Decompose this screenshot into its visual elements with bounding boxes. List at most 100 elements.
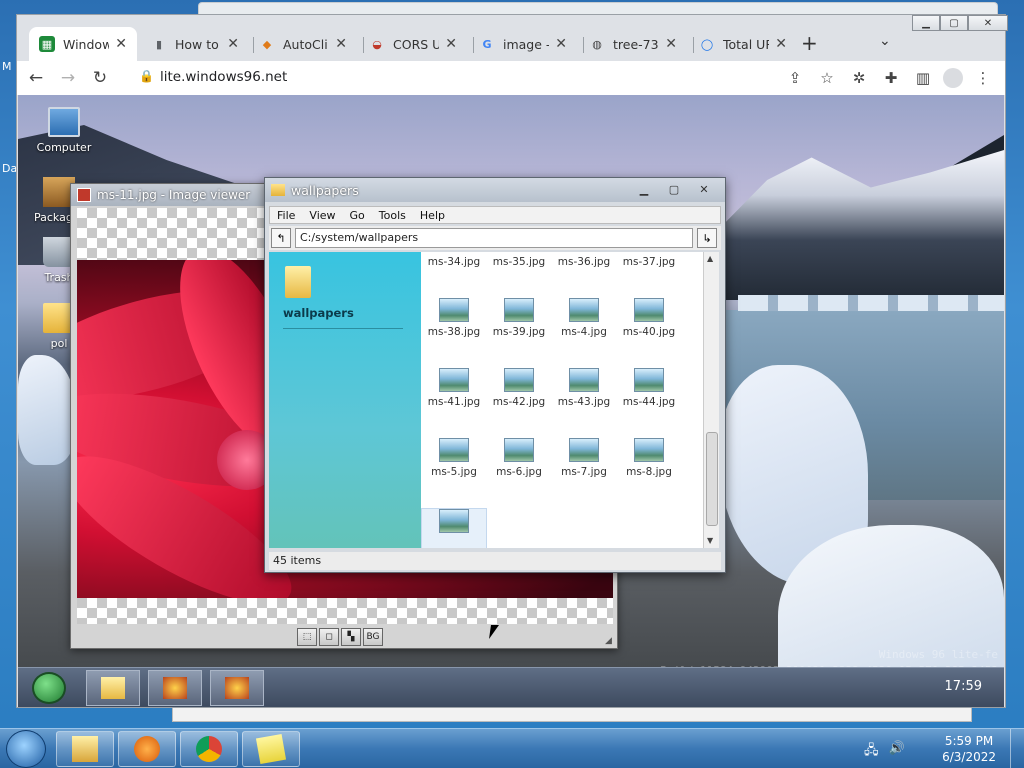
google-icon: G xyxy=(482,37,492,51)
tab-how-to[interactable]: ▮ How to ✕ xyxy=(141,27,249,61)
w96-taskbar-explorer[interactable] xyxy=(86,670,140,706)
bug-extension-icon[interactable]: ✲ xyxy=(847,66,871,90)
close-icon[interactable]: ✕ xyxy=(227,36,239,52)
more-menu-icon[interactable]: ⋮ xyxy=(971,66,995,90)
taskbar-explorer-button[interactable] xyxy=(56,731,114,767)
system-tray: 🖧 🔊 xyxy=(864,741,905,763)
file-item[interactable]: ms-44.jpg xyxy=(616,368,682,430)
file-item-hovered[interactable] xyxy=(421,508,487,548)
fit-icon[interactable]: ⬚ xyxy=(297,628,317,646)
maximize-button[interactable]: ▢ xyxy=(661,180,687,198)
tab-windows96[interactable]: ▦ Window ✕ xyxy=(29,27,137,61)
image-file-icon xyxy=(439,368,469,392)
file-item[interactable]: ms-41.jpg xyxy=(421,368,487,430)
file-item[interactable]: ms-43.jpg xyxy=(551,368,617,430)
w96-taskbar-image-viewer-2[interactable] xyxy=(210,670,264,706)
total-icon: ◯ xyxy=(700,37,714,51)
file-item[interactable]: ms-34.jpg xyxy=(421,252,487,290)
desktop-icon-computer[interactable]: Computer xyxy=(34,107,94,154)
up-folder-icon[interactable]: ↰ xyxy=(271,228,291,248)
network-icon[interactable]: 🖧 xyxy=(864,741,879,763)
tab-total-url[interactable]: ◯ Total UR ✕ xyxy=(689,27,797,61)
close-icon[interactable]: ✕ xyxy=(335,36,347,52)
file-item[interactable]: ms-4.jpg xyxy=(551,298,617,360)
tab-google-image[interactable]: G image - ✕ xyxy=(469,27,577,61)
file-name: ms-7.jpg xyxy=(561,466,607,478)
extensions-puzzle-icon[interactable]: ✚ xyxy=(879,66,903,90)
menu-help[interactable]: Help xyxy=(413,209,452,222)
vertical-scrollbar[interactable]: ▲ ▼ xyxy=(703,252,719,548)
path-input[interactable]: C:/system/wallpapers xyxy=(295,228,693,248)
file-explorer-window[interactable]: wallpapers ▁ ▢ ✕ File View Go Tools Help… xyxy=(264,177,726,573)
close-icon[interactable]: ✕ xyxy=(665,36,677,52)
tab-autoclick[interactable]: ◆ AutoCli ✕ xyxy=(249,27,357,61)
menu-view[interactable]: View xyxy=(302,209,342,222)
windows96-icon: ▦ xyxy=(39,36,55,52)
w96-start-button[interactable] xyxy=(32,672,66,704)
go-arrow-icon[interactable]: ↳ xyxy=(697,228,717,248)
menu-file[interactable]: File xyxy=(270,209,302,222)
globe-icon: ◍ xyxy=(592,37,602,51)
close-button[interactable]: ✕ xyxy=(691,180,717,198)
file-item[interactable]: ms-39.jpg xyxy=(486,298,552,360)
file-item[interactable]: ms-40.jpg xyxy=(616,298,682,360)
forward-arrow-icon[interactable]: → xyxy=(55,65,81,91)
reload-icon[interactable]: ↻ xyxy=(87,65,113,91)
file-item[interactable]: ms-36.jpg xyxy=(551,252,617,290)
tab-title: AutoCli xyxy=(283,36,328,52)
menu-bar: File View Go Tools Help xyxy=(269,206,721,224)
actual-size-icon[interactable]: ◻ xyxy=(319,628,339,646)
file-item[interactable]: ms-42.jpg xyxy=(486,368,552,430)
close-icon[interactable]: ✕ xyxy=(775,36,787,52)
menu-tools[interactable]: Tools xyxy=(372,209,413,222)
tab-cors[interactable]: ◒ CORS U ✕ xyxy=(359,27,467,61)
w96-taskbar-image-viewer[interactable] xyxy=(148,670,202,706)
bg-button[interactable]: BG xyxy=(363,628,383,646)
taskbar-sticky-notes-button[interactable] xyxy=(242,731,300,767)
close-window-button[interactable]: ✕ xyxy=(968,15,1008,31)
file-item[interactable]: ms-35.jpg xyxy=(486,252,552,290)
show-desktop-button[interactable] xyxy=(1010,729,1024,768)
menu-go[interactable]: Go xyxy=(343,209,372,222)
windows96-desktop[interactable]: Computer Package Manager Trash pol Windo… xyxy=(18,95,1004,707)
taskbar-chrome-button[interactable] xyxy=(180,731,238,767)
bookmark-star-icon[interactable]: ☆ xyxy=(815,66,839,90)
volume-icon[interactable]: 🔊 xyxy=(889,741,905,763)
scroll-up-icon[interactable]: ▲ xyxy=(707,254,713,263)
profile-avatar-icon[interactable] xyxy=(943,68,963,88)
scroll-down-icon[interactable]: ▼ xyxy=(707,536,713,545)
address-bar[interactable]: lite.windows96.net xyxy=(160,69,287,85)
minimize-button[interactable]: ▁ xyxy=(631,180,657,198)
scrollbar-thumb[interactable] xyxy=(706,432,718,526)
file-item[interactable]: ms-37.jpg xyxy=(616,252,682,290)
lock-icon[interactable]: 🔒 xyxy=(139,69,154,83)
image-file-icon xyxy=(439,438,469,462)
tab-title: How to xyxy=(175,36,219,52)
close-icon[interactable]: ✕ xyxy=(445,36,457,52)
file-item[interactable]: ms-7.jpg xyxy=(551,438,617,500)
tab-tree[interactable]: ◍ tree-736 ✕ xyxy=(579,27,687,61)
side-panel-icon[interactable]: ▥ xyxy=(911,66,935,90)
resize-grip-icon[interactable]: ◢ xyxy=(605,636,615,646)
image-file-icon xyxy=(569,438,599,462)
minimize-button[interactable]: ▁ xyxy=(912,15,940,31)
new-tab-button[interactable]: + xyxy=(801,31,818,55)
checker-background-icon[interactable]: ▚ xyxy=(341,628,361,646)
close-icon[interactable]: ✕ xyxy=(555,36,567,52)
windows-start-button[interactable] xyxy=(6,730,46,768)
folder-icon xyxy=(271,184,285,196)
tab-search-chevron-icon[interactable]: ⌄ xyxy=(879,33,891,49)
tab-strip: ▦ Window ✕ ▮ How to ✕ ◆ AutoCli ✕ ◒ CORS… xyxy=(17,15,1008,61)
host-clock[interactable]: 5:59 PM 6/3/2022 xyxy=(942,733,996,765)
file-item[interactable]: ms-8.jpg xyxy=(616,438,682,500)
w96-clock[interactable]: 17:59 xyxy=(945,679,982,694)
taskbar-media-player-button[interactable] xyxy=(118,731,176,767)
file-item[interactable]: ms-38.jpg xyxy=(421,298,487,360)
maximize-button[interactable]: ▢ xyxy=(940,15,968,31)
share-icon[interactable]: ⇪ xyxy=(783,66,807,90)
close-icon[interactable]: ✕ xyxy=(115,36,127,52)
wallpaper-snow-mountain xyxy=(708,150,1004,300)
file-item[interactable]: ms-5.jpg xyxy=(421,438,487,500)
back-arrow-icon[interactable]: ← xyxy=(23,65,49,91)
file-item[interactable]: ms-6.jpg xyxy=(486,438,552,500)
